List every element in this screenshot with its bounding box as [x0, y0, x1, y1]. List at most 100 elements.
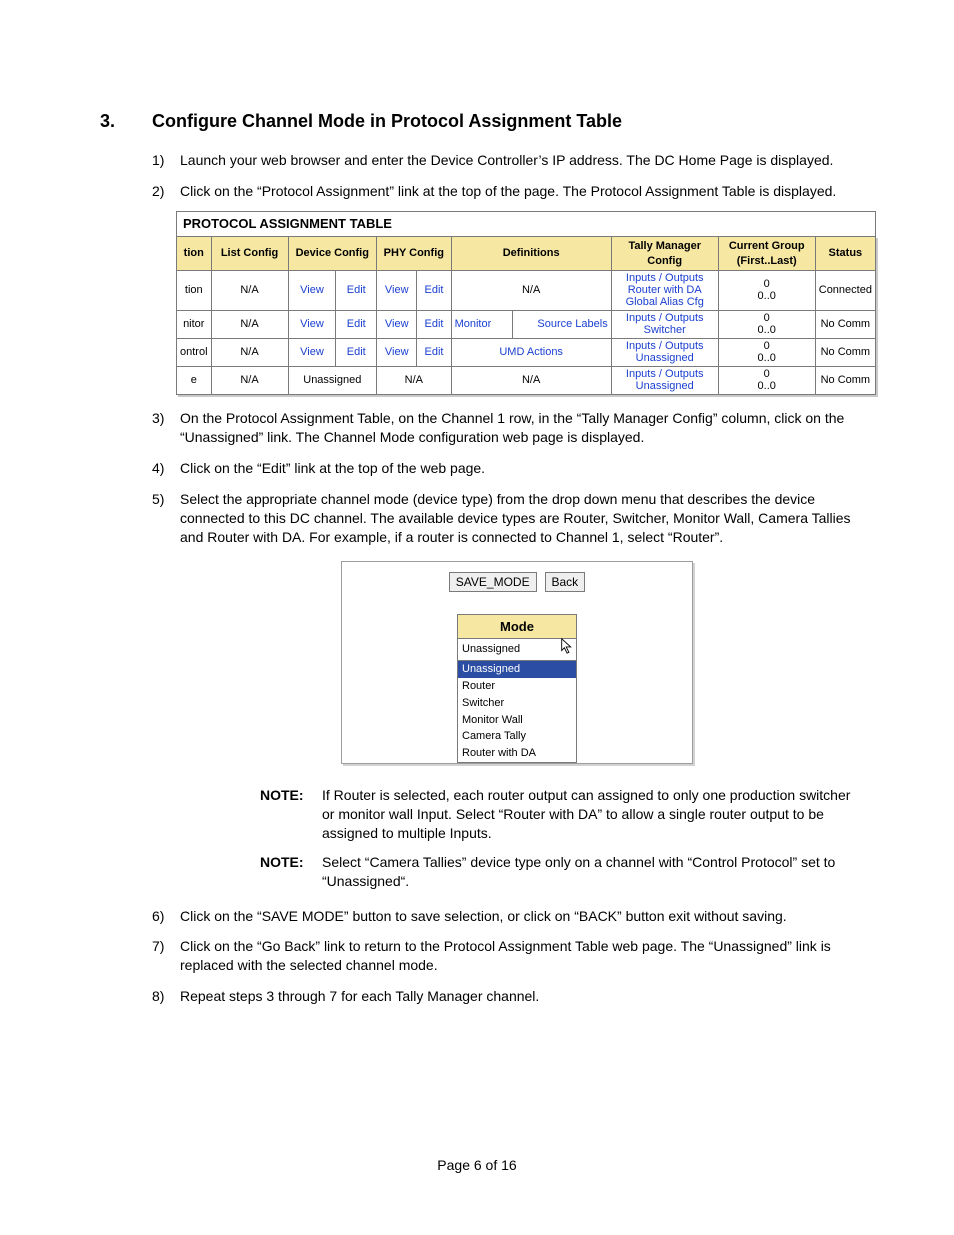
step-text: Click on the “Edit” link at the top of t… — [180, 460, 485, 476]
pat-title: PROTOCOL ASSIGNMENT TABLE — [176, 211, 876, 236]
notes-block: NOTE: If Router is selected, each router… — [260, 786, 854, 890]
pat-cell-list-config: N/A — [211, 311, 288, 339]
note-1: NOTE: If Router is selected, each router… — [260, 786, 854, 843]
mode-config-figure: SAVE_MODE Back Mode Unassigned Unassigne… — [341, 561, 693, 764]
save-mode-button[interactable]: SAVE_MODE — [449, 572, 537, 592]
unassigned-link[interactable]: Unassigned — [636, 352, 694, 364]
pat-row: ontrol N/A View Edit View Edit UMD Actio… — [177, 339, 876, 367]
pat-cell-list-config: N/A — [211, 367, 288, 395]
pat-cell-definitions: N/A — [451, 367, 611, 395]
edit-link[interactable]: Edit — [347, 318, 366, 330]
view-link[interactable]: View — [385, 284, 409, 296]
edit-link[interactable]: Edit — [425, 284, 444, 296]
mode-dropdown-list[interactable]: Unassigned Router Switcher Monitor Wall … — [457, 661, 577, 763]
step-marker: 2) — [152, 182, 164, 201]
step-8: 8) Repeat steps 3 through 7 for each Tal… — [152, 987, 854, 1006]
mode-option-monitor-wall[interactable]: Monitor Wall — [458, 712, 576, 729]
pat-col-tally-manager: Tally Manager Config — [611, 236, 718, 271]
pat-cell-current-group: 0 0..0 — [718, 367, 815, 395]
pat-cell-tally-manager: Inputs / Outputs Unassigned — [611, 339, 718, 367]
router-with-da-link[interactable]: Router with DA — [628, 284, 702, 296]
switcher-link[interactable]: Switcher — [644, 324, 686, 336]
inputs-outputs-link[interactable]: Inputs / Outputs — [626, 272, 704, 284]
pat-row: nitor N/A View Edit View Edit Monitor So… — [177, 311, 876, 339]
mode-header: Mode — [457, 614, 577, 640]
pat-header-row: tion List Config Device Config PHY Confi… — [177, 236, 876, 271]
pat-col-current-group: Current Group (First..Last) — [718, 236, 815, 271]
step-3: 3) On the Protocol Assignment Table, on … — [152, 409, 854, 447]
edit-link[interactable]: Edit — [347, 346, 366, 358]
view-link[interactable]: View — [300, 346, 324, 358]
monitor-link[interactable]: Monitor — [455, 318, 492, 330]
pat-col-list-config: List Config — [211, 236, 288, 271]
unassigned-link[interactable]: Unassigned — [636, 380, 694, 392]
pat-row: e N/A Unassigned N/A N/A Inputs / Output… — [177, 367, 876, 395]
pat-cell-status: Connected — [815, 271, 875, 311]
section-title-text: Configure Channel Mode in Protocol Assig… — [152, 111, 622, 131]
view-link[interactable]: View — [385, 346, 409, 358]
pat-col-phy-config: PHY Config — [377, 236, 452, 271]
pat-cell-tion: nitor — [177, 311, 212, 339]
inputs-outputs-link[interactable]: Inputs / Outputs — [626, 368, 704, 380]
inputs-outputs-link[interactable]: Inputs / Outputs — [626, 312, 704, 324]
pat-cell-definitions: N/A — [451, 271, 611, 311]
step-text: On the Protocol Assignment Table, on the… — [180, 410, 844, 445]
note-text: If Router is selected, each router outpu… — [322, 786, 854, 843]
pat-row: tion N/A View Edit View Edit N/A Inputs … — [177, 271, 876, 311]
pat-cell-tally-manager: Inputs / Outputs Switcher — [611, 311, 718, 339]
mode-option-camera-tally[interactable]: Camera Tally — [458, 728, 576, 745]
pat-col-status: Status — [815, 236, 875, 271]
note-text: Select “Camera Tallies” device type only… — [322, 853, 854, 891]
step-marker: 3) — [152, 409, 164, 428]
pat-cell-list-config: N/A — [211, 339, 288, 367]
step-1: 1) Launch your web browser and enter the… — [152, 151, 854, 170]
edit-link[interactable]: Edit — [347, 284, 366, 296]
step-marker: 5) — [152, 490, 164, 509]
step-text: Select the appropriate channel mode (dev… — [180, 491, 851, 545]
step-5: 5) Select the appropriate channel mode (… — [152, 490, 854, 891]
view-link[interactable]: View — [300, 318, 324, 330]
umd-actions-link[interactable]: UMD Actions — [499, 346, 563, 358]
section-heading: 3.Configure Channel Mode in Protocol Ass… — [100, 110, 854, 133]
mode-option-router[interactable]: Router — [458, 678, 576, 695]
step-marker: 8) — [152, 987, 164, 1006]
mode-option-unassigned[interactable]: Unassigned — [458, 661, 576, 678]
protocol-assignment-table-figure: PROTOCOL ASSIGNMENT TABLE tion List Conf… — [176, 211, 876, 395]
pat-cell-tion: ontrol — [177, 339, 212, 367]
pat-cell-tally-manager: Inputs / Outputs Router with DA Global A… — [611, 271, 718, 311]
mode-option-switcher[interactable]: Switcher — [458, 695, 576, 712]
global-alias-cfg-link[interactable]: Global Alias Cfg — [626, 296, 704, 308]
mode-button-row: SAVE_MODE Back — [352, 572, 682, 592]
step-text: Launch your web browser and enter the De… — [180, 152, 833, 168]
pat-cell-list-config: N/A — [211, 271, 288, 311]
pat-cell-status: No Comm — [815, 311, 875, 339]
mode-option-router-with-da[interactable]: Router with DA — [458, 745, 576, 762]
edit-link[interactable]: Edit — [425, 346, 444, 358]
pat-table: tion List Config Device Config PHY Confi… — [176, 236, 876, 396]
view-link[interactable]: View — [300, 284, 324, 296]
pat-cell-status: No Comm — [815, 339, 875, 367]
step-marker: 1) — [152, 151, 164, 170]
back-button[interactable]: Back — [545, 572, 586, 592]
note-label: NOTE: — [260, 853, 322, 891]
pat-cell-tion: tion — [177, 271, 212, 311]
source-labels-link[interactable]: Source Labels — [537, 318, 607, 330]
mode-select[interactable]: Unassigned — [457, 639, 577, 661]
inputs-outputs-link[interactable]: Inputs / Outputs — [626, 340, 704, 352]
mode-select-block: Mode Unassigned Unassigned Router Switch… — [457, 614, 577, 763]
mode-select-value: Unassigned — [462, 643, 520, 655]
step-marker: 6) — [152, 907, 164, 926]
step-list: 1) Launch your web browser and enter the… — [152, 151, 854, 1006]
pat-cell-tion: e — [177, 367, 212, 395]
section-number: 3. — [100, 110, 152, 133]
step-7: 7) Click on the “Go Back” link to return… — [152, 937, 854, 975]
step-marker: 4) — [152, 459, 164, 478]
step-2: 2) Click on the “Protocol Assignment” li… — [152, 182, 854, 395]
step-text: Repeat steps 3 through 7 for each Tally … — [180, 988, 539, 1004]
document-page: 3.Configure Channel Mode in Protocol Ass… — [0, 0, 954, 1235]
pat-cell-current-group: 0 0..0 — [718, 339, 815, 367]
view-link[interactable]: View — [385, 318, 409, 330]
edit-link[interactable]: Edit — [425, 318, 444, 330]
step-text: Click on the “SAVE MODE” button to save … — [180, 908, 787, 924]
step-text: Click on the “Go Back” link to return to… — [180, 938, 831, 973]
